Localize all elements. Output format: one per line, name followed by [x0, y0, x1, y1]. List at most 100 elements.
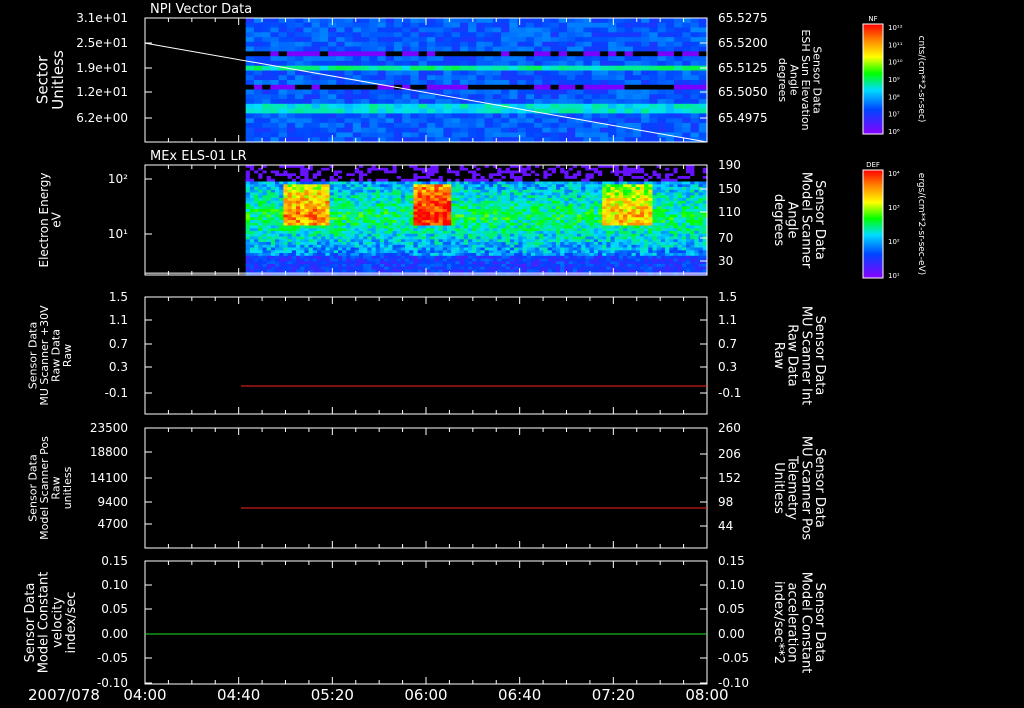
heat-cell [484, 27, 494, 33]
heat-cell [616, 22, 626, 29]
heat-cell [641, 22, 650, 29]
heat-cell [385, 70, 395, 76]
heat-cell [492, 75, 502, 81]
heat-cell [426, 132, 436, 138]
heatmap-2 [245, 165, 708, 276]
heat-cell [328, 51, 337, 57]
heat-cell [649, 46, 659, 52]
heat-cell [394, 127, 403, 134]
heat-cell [385, 32, 395, 38]
heat-cell [418, 51, 428, 57]
heat-cell [418, 80, 428, 86]
heat-cell [608, 18, 617, 24]
heat-cell [517, 65, 527, 72]
heat-cell [336, 103, 346, 110]
heat-cell [253, 37, 263, 43]
heat-cell [262, 51, 271, 57]
heat-cell [682, 22, 692, 29]
heat-cell [624, 108, 634, 114]
heat-cell [476, 37, 486, 43]
heat-cell [641, 32, 650, 38]
heat-cell [245, 94, 255, 100]
heat-cell [583, 46, 593, 52]
heat-cell [682, 108, 692, 114]
heat-cell [599, 132, 609, 138]
heat-cell [517, 37, 527, 43]
heat-cell [649, 37, 659, 43]
heat-cell [410, 37, 420, 43]
heat-cell [550, 51, 560, 57]
heat-cell [682, 118, 692, 124]
heat-cell [468, 132, 477, 138]
heat-cell [484, 32, 494, 38]
heat-cell [377, 70, 387, 76]
heat-cell [525, 80, 535, 86]
heat-cell [468, 46, 477, 52]
heat-cell [402, 65, 411, 72]
heat-cell [262, 22, 271, 29]
heat-cell [361, 108, 370, 114]
heat-cell [665, 108, 675, 114]
heat-cell [295, 108, 304, 114]
heat-cell [377, 37, 387, 43]
heat-cell [319, 118, 329, 124]
heat-cell [484, 84, 494, 91]
heat-cell [476, 84, 486, 91]
heat-cell [328, 65, 337, 72]
heat-cell [583, 37, 593, 43]
heat-cell [517, 22, 527, 29]
heat-cell [649, 18, 659, 24]
heat-cell [402, 32, 411, 38]
heat-cell [599, 46, 609, 52]
heat-cell [426, 37, 436, 43]
heat-cell [303, 118, 313, 124]
heat-cell [369, 127, 379, 134]
heat-cell [402, 60, 411, 67]
heat-cell [501, 75, 510, 81]
heat-cell [286, 113, 296, 119]
heat-cell [492, 51, 502, 57]
heat-cell [361, 27, 370, 33]
heat-cell [632, 80, 642, 86]
heat-cell [608, 60, 617, 67]
heat-cell [624, 113, 634, 119]
heat-cell [492, 65, 502, 72]
heat-cell [278, 46, 288, 52]
heat-cell [484, 122, 494, 129]
heat-cell [476, 89, 486, 95]
heat-cell [402, 132, 411, 138]
heat-cell [278, 60, 288, 67]
heat-cell [599, 70, 609, 76]
heat-cell [410, 27, 420, 33]
heat-cell [542, 84, 551, 91]
heat-cell [690, 46, 700, 52]
heat-cell [253, 22, 263, 29]
heat-cell [410, 41, 420, 48]
heat-cell [361, 113, 370, 119]
heat-cell [632, 32, 642, 38]
heat-cell [608, 84, 617, 91]
heat-cell [632, 56, 642, 62]
heat-cell [509, 56, 519, 62]
heat-cell [468, 60, 477, 67]
heat-cell [426, 84, 436, 91]
heat-cell [410, 18, 420, 24]
right-axis-label: Sensor DataESH Sun ElevationAngledegrees [776, 29, 824, 130]
heat-cell [583, 65, 593, 72]
heat-cell [459, 127, 469, 134]
heat-cell [468, 122, 477, 129]
heat-cell [484, 65, 494, 72]
heat-cell [624, 99, 634, 105]
heat-cell [649, 75, 659, 81]
heat-cell [262, 56, 271, 62]
heat-cell [583, 99, 593, 105]
heat-cell [542, 37, 551, 43]
heat-cell [328, 37, 337, 43]
heat-cell [336, 65, 346, 72]
heat-cell [517, 51, 527, 57]
heat-cell [410, 56, 420, 62]
heat-cell [525, 37, 535, 43]
heat-cell [525, 41, 535, 48]
heat-cell [253, 41, 263, 48]
heat-cell [567, 27, 576, 33]
